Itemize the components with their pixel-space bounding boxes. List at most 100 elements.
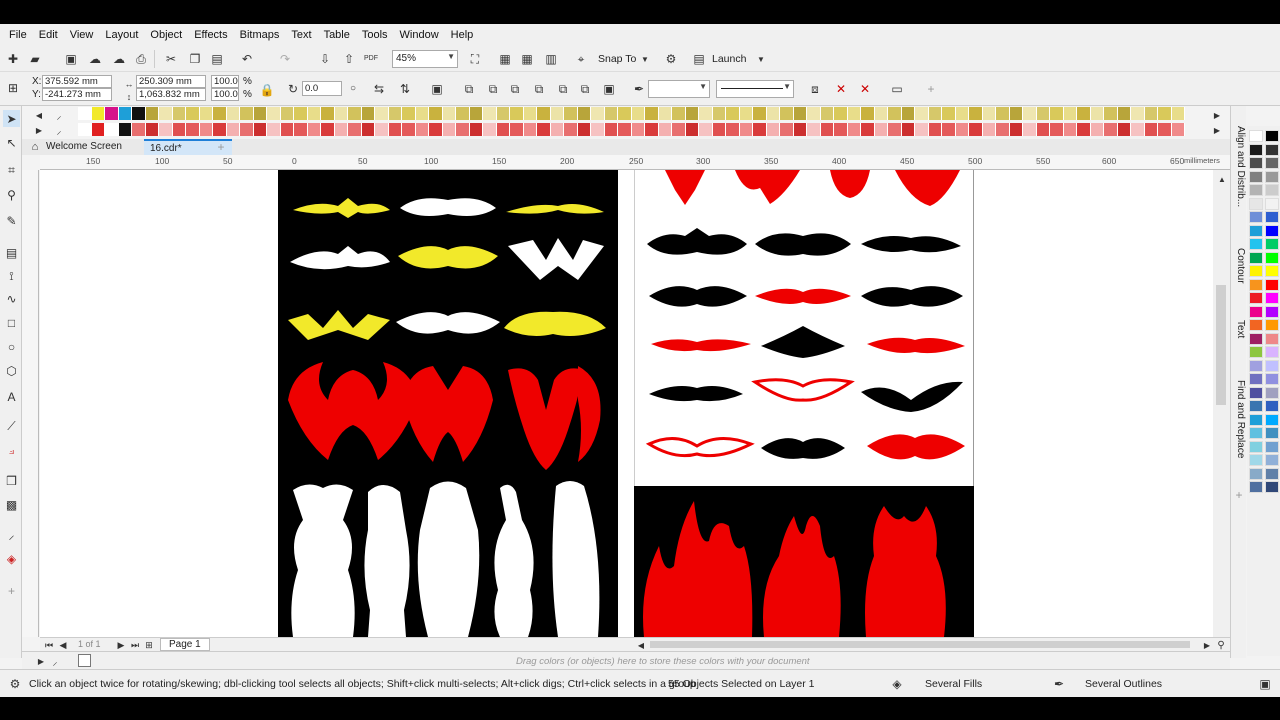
color-swatch[interactable] bbox=[145, 107, 159, 120]
artistic-media-icon[interactable]: ▤ bbox=[3, 244, 20, 261]
chevron-down-icon[interactable]: ▼ bbox=[752, 50, 770, 68]
color-swatch[interactable] bbox=[739, 107, 753, 120]
color-swatch[interactable] bbox=[1117, 107, 1131, 120]
color-swatch[interactable] bbox=[726, 123, 740, 136]
color-swatch[interactable] bbox=[685, 107, 699, 120]
color-swatch[interactable] bbox=[996, 123, 1010, 136]
scale-height-field[interactable]: 100.0 bbox=[211, 88, 239, 101]
color-swatch[interactable] bbox=[874, 107, 888, 120]
pdf-export-icon[interactable]: PDF bbox=[362, 49, 380, 67]
intersect-icon[interactable]: ▣ bbox=[600, 80, 618, 98]
color-swatch[interactable] bbox=[78, 123, 92, 136]
vertical-ruler[interactable] bbox=[22, 170, 39, 637]
page-white-tribal-sheet[interactable] bbox=[634, 170, 974, 486]
menu-effects[interactable]: Effects bbox=[188, 29, 233, 41]
redo-icon[interactable]: ↷ bbox=[276, 50, 294, 68]
color-swatch[interactable] bbox=[888, 107, 902, 120]
interactive-fill-icon[interactable]: ◈ bbox=[3, 550, 20, 567]
color-swatch[interactable] bbox=[334, 107, 348, 120]
show-grid-icon[interactable]: ▦ bbox=[518, 50, 536, 68]
text-tool-icon[interactable]: A bbox=[3, 388, 20, 405]
rotation-field[interactable]: 0.0 bbox=[302, 81, 342, 96]
color-swatch[interactable] bbox=[1249, 224, 1263, 237]
color-swatch[interactable] bbox=[955, 123, 969, 136]
color-swatch[interactable] bbox=[199, 107, 213, 120]
menu-table[interactable]: Table bbox=[318, 29, 356, 41]
color-swatch[interactable] bbox=[915, 123, 929, 136]
lock-ratio-icon[interactable]: 🔒 bbox=[258, 81, 276, 99]
color-swatch[interactable] bbox=[253, 123, 267, 136]
color-swatch[interactable] bbox=[1265, 386, 1279, 399]
color-swatch[interactable] bbox=[1249, 386, 1263, 399]
color-swatch[interactable] bbox=[1158, 123, 1172, 136]
color-swatch[interactable] bbox=[942, 123, 956, 136]
chevron-down-icon[interactable]: ▼ bbox=[636, 50, 654, 68]
color-swatch[interactable] bbox=[469, 123, 483, 136]
color-swatch[interactable] bbox=[766, 123, 780, 136]
cloud-upload-icon[interactable]: ☁ bbox=[110, 50, 128, 68]
color-swatch[interactable] bbox=[1249, 440, 1263, 453]
color-swatch[interactable] bbox=[537, 107, 551, 120]
color-swatch[interactable] bbox=[780, 123, 794, 136]
color-swatch[interactable] bbox=[1265, 251, 1279, 264]
color-swatch[interactable] bbox=[1009, 107, 1023, 120]
color-swatch[interactable] bbox=[1265, 224, 1279, 237]
color-swatch[interactable] bbox=[820, 107, 834, 120]
launch-label[interactable]: Launch bbox=[712, 53, 746, 65]
color-swatch[interactable] bbox=[699, 107, 713, 120]
color-swatch[interactable] bbox=[483, 107, 497, 120]
settings-gear-icon[interactable]: ⚙ bbox=[6, 675, 24, 693]
color-swatch[interactable] bbox=[307, 107, 321, 120]
color-swatch[interactable] bbox=[1036, 123, 1050, 136]
color-swatch[interactable] bbox=[1090, 123, 1104, 136]
color-swatch[interactable] bbox=[550, 123, 564, 136]
color-swatch[interactable] bbox=[348, 123, 362, 136]
color-swatch[interactable] bbox=[672, 123, 686, 136]
color-swatch[interactable] bbox=[658, 123, 672, 136]
color-swatch[interactable] bbox=[1249, 292, 1263, 304]
height-field[interactable]: 1,063.832 mm bbox=[136, 88, 206, 101]
color-swatch[interactable] bbox=[996, 107, 1010, 120]
menu-edit[interactable]: Edit bbox=[33, 29, 64, 41]
print-icon[interactable]: ⎙ bbox=[132, 50, 150, 68]
color-swatch[interactable] bbox=[726, 107, 740, 120]
full-screen-icon[interactable]: ⛶ bbox=[466, 50, 484, 68]
color-swatch[interactable] bbox=[969, 123, 983, 136]
color-swatch[interactable] bbox=[456, 107, 470, 120]
menu-bitmaps[interactable]: Bitmaps bbox=[234, 29, 286, 41]
polygon-tool-icon[interactable]: ⬡ bbox=[3, 362, 20, 379]
color-swatch[interactable] bbox=[1249, 467, 1263, 480]
color-swatch[interactable] bbox=[1249, 413, 1263, 426]
color-swatch[interactable] bbox=[388, 107, 402, 120]
color-swatch[interactable] bbox=[375, 107, 389, 120]
color-swatch[interactable] bbox=[105, 107, 119, 120]
color-swatch[interactable] bbox=[955, 107, 969, 120]
delete-icon[interactable]: ✕ bbox=[856, 80, 874, 98]
color-swatch[interactable] bbox=[280, 107, 294, 120]
color-swatch[interactable] bbox=[712, 107, 726, 120]
right-color-palette[interactable] bbox=[1247, 126, 1280, 656]
color-swatch[interactable] bbox=[672, 107, 686, 120]
color-swatch[interactable] bbox=[631, 123, 645, 136]
color-swatch[interactable] bbox=[402, 123, 416, 136]
horizontal-ruler[interactable]: 150 100 50 0 50 100 150 200 250 300 350 … bbox=[40, 155, 1230, 170]
color-swatch[interactable] bbox=[186, 107, 200, 120]
zoom-combo[interactable]: 45% ▼ bbox=[392, 50, 458, 68]
add-tool-icon[interactable]: + bbox=[3, 582, 20, 599]
color-swatch[interactable] bbox=[1265, 332, 1279, 345]
color-swatch[interactable] bbox=[226, 107, 240, 120]
remove-icon[interactable]: ✕ bbox=[832, 80, 850, 98]
width-field[interactable]: 250.309 mm bbox=[136, 75, 206, 88]
color-swatch[interactable] bbox=[1249, 373, 1263, 385]
color-palette-yellow[interactable] bbox=[78, 107, 1185, 121]
color-swatch[interactable] bbox=[1265, 481, 1279, 493]
color-swatch[interactable] bbox=[591, 107, 605, 120]
color-swatch[interactable] bbox=[1265, 413, 1279, 426]
color-swatch[interactable] bbox=[145, 123, 159, 136]
launch-icon[interactable]: ▤ bbox=[690, 50, 708, 68]
color-swatch[interactable] bbox=[564, 107, 578, 120]
show-guidelines-icon[interactable]: ▥ bbox=[542, 50, 560, 68]
cloud-download-icon[interactable]: ☁ bbox=[86, 50, 104, 68]
color-swatch[interactable] bbox=[1249, 197, 1263, 210]
color-swatch[interactable] bbox=[1249, 170, 1263, 183]
